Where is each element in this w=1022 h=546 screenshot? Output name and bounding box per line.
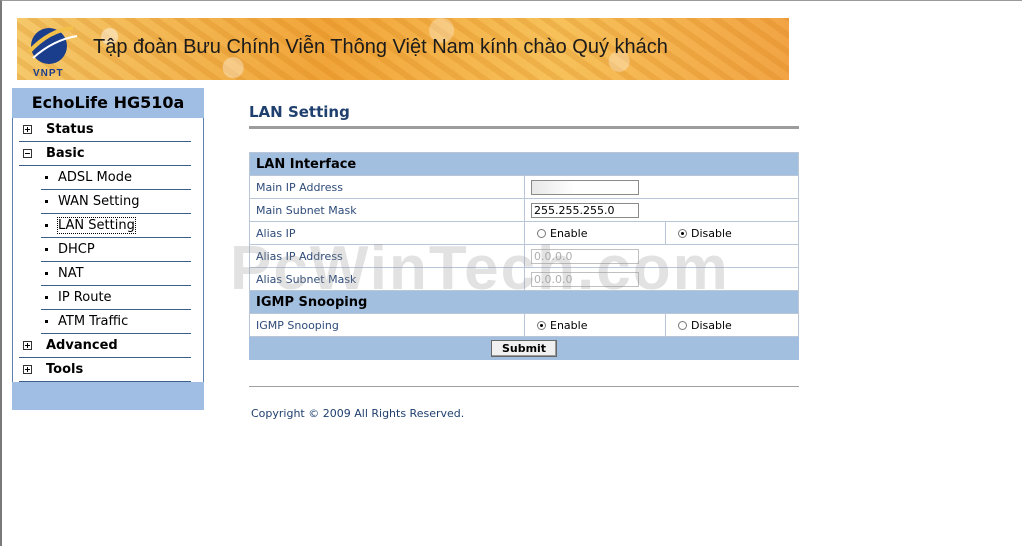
sidebar-item-label: Status bbox=[46, 122, 94, 137]
igmp-disable-radio[interactable] bbox=[678, 320, 687, 330]
sidebar-item-ip-route[interactable]: IP Route bbox=[41, 286, 191, 310]
section-header-lan-interface: LAN Interface bbox=[249, 152, 799, 176]
row-main-subnet: Main Subnet Mask bbox=[249, 198, 799, 222]
section-title: LAN Interface bbox=[249, 152, 799, 176]
sidebar-item-label: NAT bbox=[58, 266, 84, 281]
igmp-enable-radio[interactable] bbox=[537, 320, 546, 330]
lan-settings-form: LAN Interface Main IP Address Main Subne… bbox=[249, 152, 799, 360]
igmp-snooping-label: IGMP Snooping bbox=[249, 313, 525, 337]
sidebar-menu: Status Basic ADSL Mode WAN Setting LAN S… bbox=[12, 118, 204, 382]
sidebar-item-label: Advanced bbox=[46, 338, 118, 353]
vnpt-logo: VNPT bbox=[23, 22, 83, 79]
bullet-icon bbox=[45, 320, 48, 323]
logo-label: VNPT bbox=[33, 68, 64, 79]
sidebar-item-nat[interactable]: NAT bbox=[41, 262, 191, 286]
bullet-icon bbox=[45, 200, 48, 203]
alias-ip-disable-label: Disable bbox=[691, 226, 732, 240]
sidebar-item-label: DHCP bbox=[58, 242, 95, 257]
row-alias-address: Alias IP Address bbox=[249, 244, 799, 268]
bullet-icon bbox=[45, 272, 48, 275]
submit-button[interactable]: Submit bbox=[490, 339, 558, 357]
alias-ip-enable-label: Enable bbox=[550, 226, 588, 240]
submit-row: Submit bbox=[249, 336, 799, 360]
sidebar-item-advanced[interactable]: Advanced bbox=[19, 334, 191, 358]
expand-plus-icon[interactable] bbox=[23, 125, 32, 134]
row-igmp-snooping: IGMP Snooping Enable Disable bbox=[249, 313, 799, 337]
row-alias-mask: Alias Subnet Mask bbox=[249, 267, 799, 291]
sidebar-item-lan-setting[interactable]: LAN Setting bbox=[41, 214, 191, 238]
alias-address-label: Alias IP Address bbox=[249, 244, 525, 268]
sidebar: EchoLife HG510a Status Basic ADSL Mode W… bbox=[12, 88, 204, 410]
sidebar-item-label: ADSL Mode bbox=[58, 170, 132, 185]
sidebar-item-label: IP Route bbox=[58, 290, 112, 305]
vnpt-logo-icon bbox=[27, 26, 78, 64]
row-main-ip: Main IP Address bbox=[249, 175, 799, 199]
sidebar-footer-bar bbox=[12, 382, 204, 410]
bullet-icon bbox=[45, 248, 48, 251]
sidebar-item-adsl-mode[interactable]: ADSL Mode bbox=[41, 166, 191, 190]
footer-divider bbox=[249, 386, 799, 387]
page-title: LAN Setting bbox=[249, 103, 799, 129]
sidebar-item-label: Basic bbox=[46, 146, 85, 161]
igmp-enable-label: Enable bbox=[550, 318, 588, 332]
alias-address-input[interactable] bbox=[531, 248, 639, 264]
section-title: IGMP Snooping bbox=[249, 290, 799, 314]
alias-mask-input[interactable] bbox=[531, 271, 639, 287]
sidebar-item-label: WAN Setting bbox=[58, 194, 140, 209]
expand-plus-icon[interactable] bbox=[23, 365, 32, 374]
main-subnet-input[interactable] bbox=[531, 202, 639, 218]
header-banner: VNPT Tập đoàn Bưu Chính Viễn Thông Việt … bbox=[17, 18, 789, 80]
row-alias-ip: Alias IP Enable Disable bbox=[249, 221, 799, 245]
bullet-icon bbox=[45, 296, 48, 299]
device-model-title: EchoLife HG510a bbox=[12, 88, 204, 118]
alias-ip-enable-radio[interactable] bbox=[537, 228, 546, 238]
sidebar-item-label: Tools bbox=[46, 362, 84, 377]
main-ip-label: Main IP Address bbox=[249, 175, 525, 199]
igmp-disable-label: Disable bbox=[691, 318, 732, 332]
collapse-minus-icon[interactable] bbox=[23, 149, 32, 158]
sidebar-item-label: ATM Traffic bbox=[58, 314, 129, 329]
sidebar-item-status[interactable]: Status bbox=[19, 118, 191, 142]
main-subnet-label: Main Subnet Mask bbox=[249, 198, 525, 222]
expand-plus-icon[interactable] bbox=[23, 341, 32, 350]
bullet-icon bbox=[45, 176, 48, 179]
copyright-text: Copyright © 2009 All Rights Reserved. bbox=[251, 407, 465, 420]
sidebar-item-label: LAN Setting bbox=[57, 217, 136, 234]
alias-mask-label: Alias Subnet Mask bbox=[249, 267, 525, 291]
bullet-icon bbox=[45, 224, 48, 227]
sidebar-item-atm-traffic[interactable]: ATM Traffic bbox=[41, 310, 191, 334]
section-header-igmp: IGMP Snooping bbox=[249, 290, 799, 314]
banner-greeting: Tập đoàn Bưu Chính Viễn Thông Việt Nam k… bbox=[93, 36, 668, 58]
main-ip-input[interactable] bbox=[531, 179, 639, 195]
sidebar-item-tools[interactable]: Tools bbox=[19, 358, 191, 382]
alias-ip-label: Alias IP bbox=[249, 221, 525, 245]
sidebar-item-dhcp[interactable]: DHCP bbox=[41, 238, 191, 262]
alias-ip-disable-radio[interactable] bbox=[678, 228, 687, 238]
sidebar-item-wan-setting[interactable]: WAN Setting bbox=[41, 190, 191, 214]
sidebar-item-basic[interactable]: Basic bbox=[19, 142, 191, 166]
